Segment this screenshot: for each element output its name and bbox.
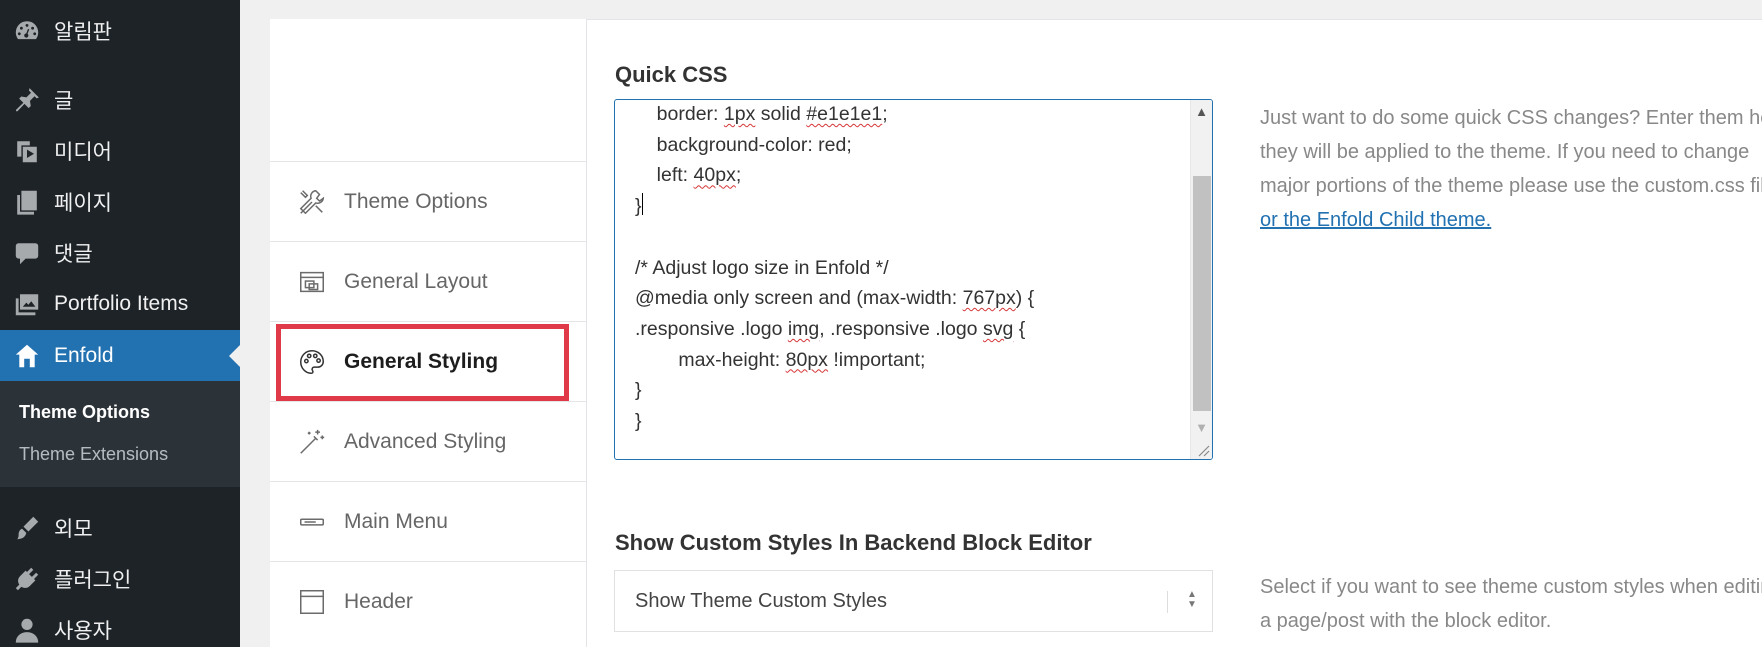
quick-css-textarea[interactable]: border: 1px solid #e1e1e1; background-co… [614, 99, 1213, 460]
pin-icon [0, 86, 54, 114]
custom-styles-select[interactable]: Show Theme Custom Styles ▲ ▼ [614, 570, 1213, 632]
sidebar-item-label: 플러그인 [54, 568, 132, 592]
sidebar-item-media[interactable]: 미디어 [0, 125, 240, 176]
scroll-down-arrow-icon[interactable]: ▼ [1191, 418, 1212, 438]
select-separator [1167, 591, 1168, 613]
sidebar-item-pages[interactable]: 페이지 [0, 176, 240, 227]
media-icon [0, 137, 54, 165]
tab-header[interactable]: Header [270, 561, 586, 641]
sidebar-item-posts[interactable]: 글 [0, 74, 240, 125]
select-value: Show Theme Custom Styles [635, 589, 887, 612]
sidebar-item-label: 외모 [54, 517, 93, 541]
enfold-submenu: Theme Options Theme Extensions [0, 381, 240, 487]
magic-wand-icon [296, 426, 328, 458]
resize-handle-icon[interactable] [1196, 443, 1210, 457]
tools-icon [296, 186, 328, 218]
menu-bar-icon [296, 506, 328, 538]
plugins-icon [0, 565, 54, 593]
submenu-item-theme-extensions[interactable]: Theme Extensions [19, 444, 168, 465]
sidebar-item-label: Portfolio Items [54, 291, 189, 315]
sidebar-item-label: 페이지 [54, 191, 112, 215]
scroll-up-arrow-icon[interactable]: ▲ [1191, 102, 1212, 122]
quick-css-title: Quick CSS [615, 62, 728, 87]
enfold-child-theme-link[interactable]: or the Enfold Child theme. [1260, 209, 1491, 231]
custom-styles-description: Select if you want to see theme custom s… [1260, 576, 1762, 632]
tab-label: General Styling [344, 349, 499, 373]
tab-general-layout[interactable]: General Layout [270, 241, 586, 321]
scrollbar-thumb[interactable] [1193, 176, 1211, 411]
tab-main-menu[interactable]: Main Menu [270, 481, 586, 561]
tab-label: Main Menu [344, 509, 448, 533]
sidebar-item-comments[interactable]: 댓글 [0, 227, 240, 278]
sidebar-item-plugins[interactable]: 플러그인 [0, 553, 240, 604]
sidebar-item-enfold[interactable]: Enfold [0, 330, 240, 381]
portfolio-icon [0, 290, 54, 318]
home-icon [0, 342, 54, 370]
comments-icon [0, 239, 54, 267]
header-icon [296, 586, 328, 618]
theme-options-nav: Theme Options General Layout General Sty… [270, 19, 587, 647]
editor-scrollbar[interactable]: ▲ ▼ [1190, 100, 1212, 459]
sidebar-item-users[interactable]: 사용자 [0, 604, 240, 647]
sidebar-item-label: Enfold [54, 343, 114, 367]
tab-advanced-styling[interactable]: Advanced Styling [270, 401, 586, 481]
text-caret [641, 193, 643, 216]
tab-label: General Layout [344, 269, 488, 293]
submenu-item-theme-options[interactable]: Theme Options [19, 402, 150, 423]
sidebar-item-label: 알림판 [54, 20, 112, 44]
dashboard-icon [0, 17, 54, 45]
palette-icon [296, 346, 328, 378]
sidebar-item-dashboard[interactable]: 알림판 [0, 5, 240, 56]
css-code: border: 1px solid #e1e1e1; background-co… [635, 103, 1035, 433]
sidebar-item-portfolio-items[interactable]: Portfolio Items [0, 278, 240, 329]
tab-label: Theme Options [344, 189, 488, 213]
tab-theme-options[interactable]: Theme Options [270, 161, 586, 241]
sidebar-item-label: 미디어 [54, 140, 112, 164]
tab-label: Advanced Styling [344, 429, 507, 453]
quick-css-description: Just want to do some quick CSS changes? … [1260, 107, 1762, 231]
sidebar-item-label: 사용자 [54, 619, 112, 643]
admin-sidebar: 알림판 글 미디어 페이지 댓글 Portfolio Items Enfold … [0, 0, 240, 647]
pages-icon [0, 188, 54, 216]
tab-general-styling[interactable]: General Styling [270, 321, 586, 401]
custom-styles-title: Show Custom Styles In Backend Block Edit… [615, 530, 1092, 555]
appearance-icon [0, 514, 54, 542]
layout-icon [296, 266, 328, 298]
sidebar-item-label: 글 [54, 89, 74, 113]
sidebar-item-appearance[interactable]: 외모 [0, 502, 240, 553]
sidebar-item-label: 댓글 [54, 242, 93, 266]
select-arrows-icon: ▲ ▼ [1187, 589, 1197, 610]
tab-label: Header [344, 589, 413, 613]
users-icon [0, 616, 54, 644]
